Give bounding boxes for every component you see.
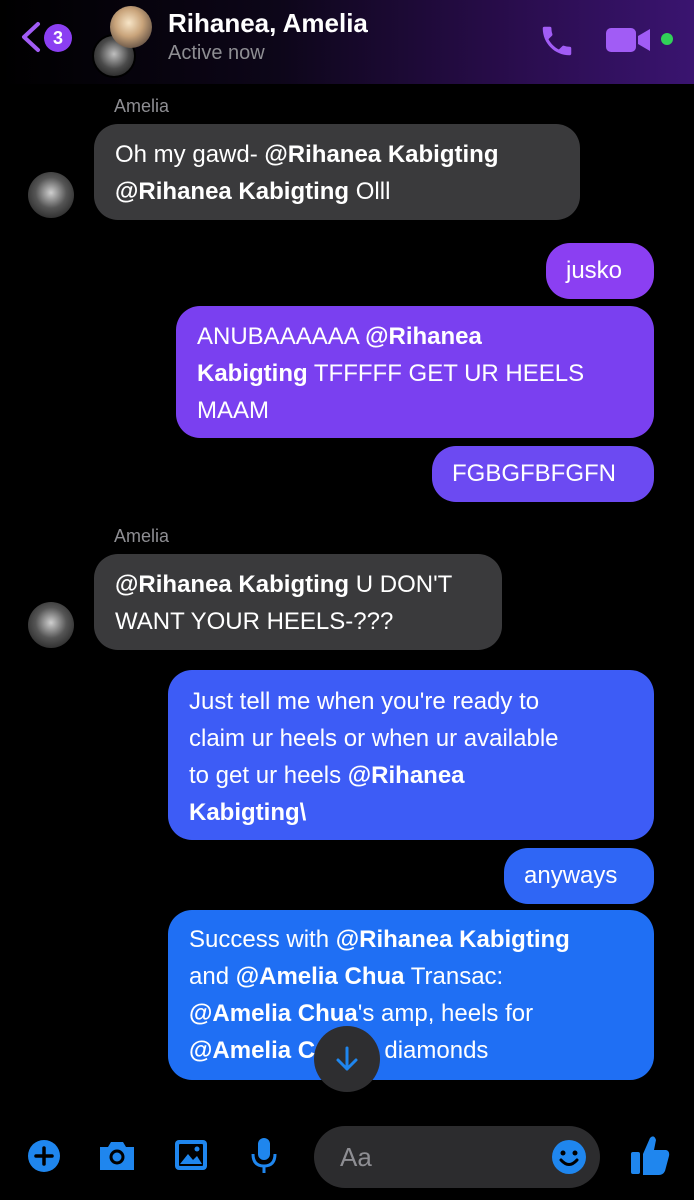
arrow-down-icon xyxy=(336,1046,358,1071)
message-text: Transac: xyxy=(404,963,504,990)
sender-avatar[interactable] xyxy=(28,602,74,648)
message-line: to get ur heels @Rihanea xyxy=(189,757,633,794)
plus-icon[interactable] xyxy=(26,1138,62,1174)
message-text: FGBGFBFGFN xyxy=(452,460,616,487)
microphone-icon[interactable] xyxy=(250,1136,278,1176)
message-text: 's diamonds xyxy=(361,1037,489,1064)
sender-avatar[interactable] xyxy=(28,172,74,218)
message-bubble-outgoing[interactable]: jusko xyxy=(546,243,654,299)
video-camera-icon[interactable] xyxy=(604,26,654,54)
message-bubble-outgoing[interactable]: Success with @Rihanea Kabigting and @Ame… xyxy=(168,910,654,1080)
active-status: Active now xyxy=(168,42,265,64)
message-line: Oh my gawd- @Rihanea Kabigting xyxy=(115,136,559,173)
phone-icon[interactable] xyxy=(538,22,576,60)
sender-name: Amelia xyxy=(114,96,170,116)
message-bubble-outgoing[interactable]: anyways xyxy=(504,848,654,904)
message-text: 's amp, heels for xyxy=(357,1000,534,1027)
message-bubble-incoming[interactable]: Oh my gawd- @Rihanea Kabigting @Rihanea … xyxy=(94,124,580,220)
scroll-to-bottom-button[interactable] xyxy=(314,1026,380,1092)
input-placeholder: Aa xyxy=(340,1142,372,1172)
photo-icon[interactable] xyxy=(172,1136,210,1174)
message-text: jusko xyxy=(566,257,623,284)
mention[interactable]: @Amelia Chua xyxy=(189,1000,358,1027)
mention[interactable]: @Amelia Chua xyxy=(236,963,405,990)
message-line: claim ur heels or when ur available xyxy=(189,725,559,752)
mention[interactable]: @Rihanea Kabigting xyxy=(264,141,498,168)
message-text: Success with xyxy=(189,926,336,953)
unread-count-badge[interactable]: 3 xyxy=(44,24,72,52)
message-line: WANT YOUR HEELS-??? xyxy=(115,608,394,635)
message-bubble-outgoing[interactable]: ANUBAAAAAA @Rihanea Kabigting TFFFFF GET… xyxy=(176,306,654,438)
back-chevron-icon[interactable] xyxy=(18,20,44,54)
message-bubble-incoming[interactable]: @Rihanea Kabigting U DON'T WANT YOUR HEE… xyxy=(94,554,502,650)
message-text: and xyxy=(189,963,236,990)
mention[interactable]: @Rihanea xyxy=(365,323,482,350)
participant-avatar-primary[interactable] xyxy=(110,6,152,48)
emoji-icon[interactable] xyxy=(550,1138,588,1176)
sender-name: Amelia xyxy=(114,526,170,546)
message-line[interactable]: Kabigting\ xyxy=(189,794,633,831)
mention[interactable]: @Rihanea Kabigting xyxy=(115,178,349,205)
message-line: @Rihanea Kabigting Olll xyxy=(115,173,559,210)
message-text: Olll xyxy=(349,178,391,205)
message-line: Success with @Rihanea Kabigting xyxy=(189,921,633,958)
camera-icon[interactable] xyxy=(96,1138,138,1174)
message-text: U DON'T xyxy=(349,571,453,598)
conversation-title[interactable]: Rihanea, Amelia xyxy=(168,8,368,39)
thumbs-up-icon[interactable] xyxy=(628,1132,672,1178)
conversation-header: 3 Rihanea, Amelia Active now xyxy=(0,0,694,84)
message-text: ANUBAAAAAA xyxy=(197,323,366,350)
mention[interactable]: @Rihanea xyxy=(348,762,465,789)
message-bubble-outgoing[interactable]: FGBGFBFGFN xyxy=(432,446,654,502)
message-line: Kabigting TFFFFF GET UR HEELS xyxy=(197,355,633,392)
message-input[interactable]: Aa xyxy=(314,1126,600,1188)
message-text: anyways xyxy=(524,862,618,889)
message-text: Oh my gawd- xyxy=(115,141,265,168)
message-line: @Amelia Chua's amp, heels for xyxy=(189,995,633,1032)
message-line: Just tell me when you're ready to xyxy=(189,688,540,715)
mention[interactable]: @Amelia C xyxy=(189,1037,315,1064)
mention[interactable]: Kabigting xyxy=(197,360,308,387)
message-line: @Rihanea Kabigting U DON'T xyxy=(115,566,481,603)
message-bubble-outgoing[interactable]: Just tell me when you're ready to claim … xyxy=(168,670,654,840)
mention[interactable]: @Rihanea Kabigting xyxy=(115,571,349,598)
message-line: @Amelia C 's diamonds xyxy=(189,1032,633,1069)
mention[interactable]: @Rihanea Kabigting xyxy=(336,926,570,953)
message-line: and @Amelia Chua Transac: xyxy=(189,958,633,995)
message-line: MAAM xyxy=(197,397,269,424)
message-line: ANUBAAAAAA @Rihanea xyxy=(197,318,633,355)
message-text: TFFFFF GET UR HEELS xyxy=(307,360,585,387)
online-indicator xyxy=(661,33,673,45)
message-text: to get ur heels xyxy=(189,762,348,789)
